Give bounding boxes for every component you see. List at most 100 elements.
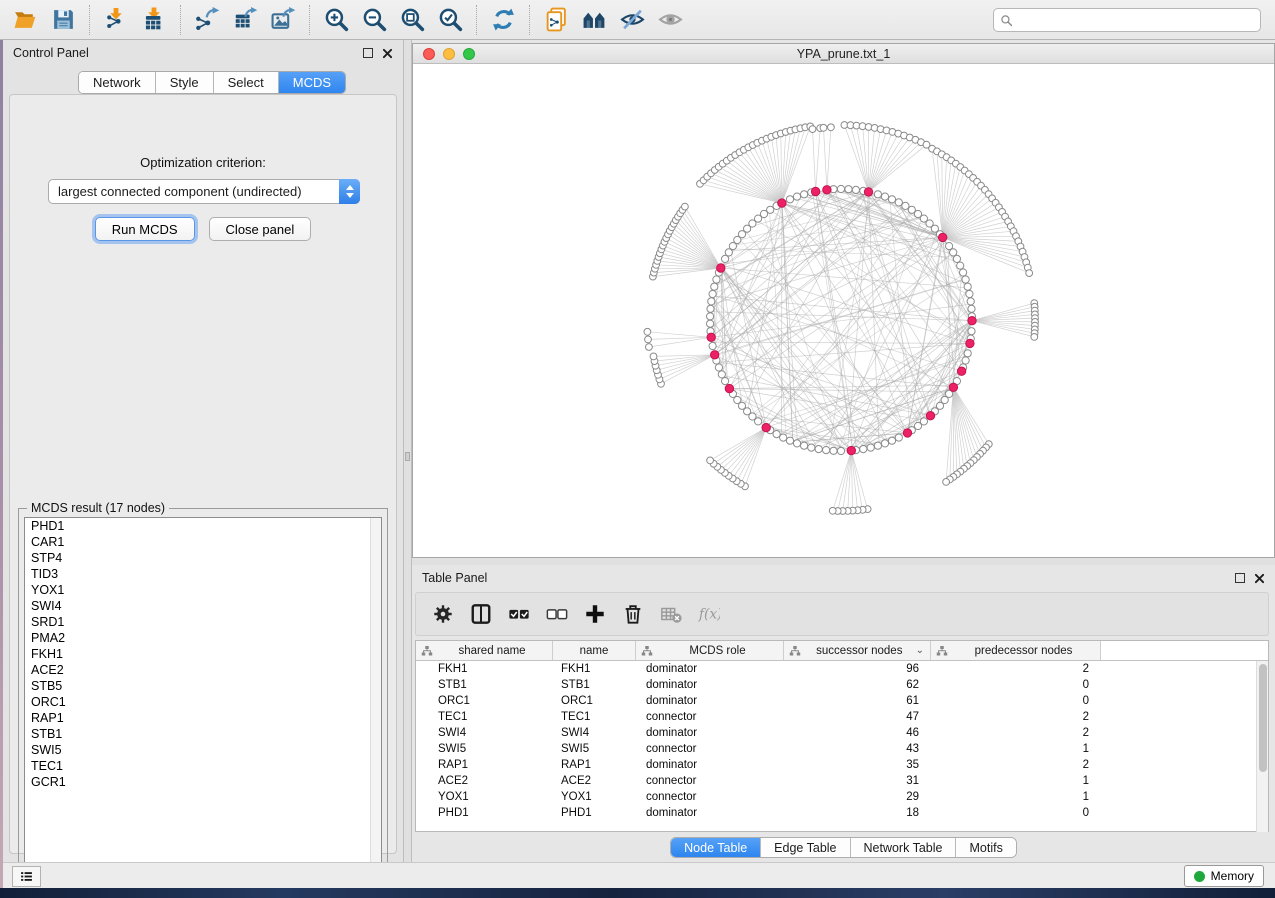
mcds-result-item[interactable]: ORC1 [25,694,381,710]
run-mcds-button[interactable]: Run MCDS [95,217,195,241]
float-table-panel-icon[interactable] [1235,573,1245,583]
tab-select[interactable]: Select [214,72,279,93]
mcds-result-item[interactable]: CAR1 [25,534,381,550]
zoom-out-button[interactable] [355,3,393,37]
column-header-shared-name[interactable]: shared name [416,641,553,660]
mcds-result-item[interactable]: PHD1 [25,518,381,534]
table-row[interactable]: SWI5SWI5connector431 [416,741,1268,757]
task-history-button[interactable] [12,866,41,887]
export-network-button[interactable] [188,3,226,37]
table-scrollbar-thumb[interactable] [1259,664,1267,772]
table-tabs-group: Node TableEdge TableNetwork TableMotifs [670,837,1017,858]
column-header-successor-nodes[interactable]: successor nodes⌄ [784,641,931,660]
network-window-titlebar[interactable]: YPA_prune.txt_1 [413,44,1274,64]
search-input[interactable] [1013,10,1254,30]
export-table-button[interactable] [226,3,264,37]
add-column-button[interactable] [578,598,612,630]
mcds-result-list[interactable]: PHD1CAR1STP4TID3YOX1SWI4SRD1PMA2FKH1ACE2… [24,517,382,870]
tab-edge-table[interactable]: Edge Table [761,838,850,857]
mcds-result-item[interactable]: GCR1 [25,774,381,790]
memory-button[interactable]: Memory [1184,865,1264,887]
table-row[interactable]: ACE2ACE2connector311 [416,773,1268,789]
table-row[interactable]: SWI4SWI4dominator462 [416,725,1268,741]
tab-node-table[interactable]: Node Table [671,838,761,857]
mcds-result-item[interactable]: TID3 [25,566,381,582]
table-row[interactable]: FKH1FKH1dominator962 [416,661,1268,677]
mcds-result-item[interactable]: SWI5 [25,742,381,758]
table-panel: Table Panel shared namenameMCDS rolesucc… [412,565,1275,862]
mcds-result-item[interactable]: PMA2 [25,630,381,646]
criterion-select[interactable]: largest connected component (undirected) [48,179,360,204]
tab-network[interactable]: Network [79,72,156,93]
mcds-result-fieldset: MCDS result (17 nodes) PHD1CAR1STP4TID3Y… [18,508,388,876]
network-canvas[interactable] [413,64,1274,557]
main-area: Control Panel NetworkStyleSelectMCDS Opt… [3,40,1275,862]
column-layout-button[interactable] [464,598,498,630]
network-graph[interactable] [413,64,1274,557]
zoom-selected-button[interactable] [431,3,469,37]
export-image-button[interactable] [264,3,302,37]
export-table-icon [233,7,258,32]
network-window: YPA_prune.txt_1 [412,43,1275,558]
show-hidden-button[interactable] [651,3,689,37]
table-row[interactable]: RAP1RAP1dominator352 [416,757,1268,773]
search-field[interactable] [993,8,1261,32]
tab-motifs[interactable]: Motifs [956,838,1015,857]
column-header-name[interactable]: name [553,641,636,660]
import-table-button[interactable] [135,3,173,37]
horizontal-splitter[interactable] [412,558,1275,565]
import-network-icon [104,7,129,32]
mcds-result-item[interactable]: YOX1 [25,582,381,598]
control-panel-titlebar: Control Panel [3,40,403,66]
column-header-predecessor-nodes[interactable]: predecessor nodes [931,641,1101,660]
mcds-result-item[interactable]: STB5 [25,678,381,694]
mcds-result-item[interactable]: SWI4 [25,598,381,614]
hide-selected-button[interactable] [613,3,651,37]
select-all-columns-button[interactable] [502,598,536,630]
tab-network-table[interactable]: Network Table [851,838,957,857]
cell-MCDS-role: dominator [636,679,784,691]
mcds-result-item[interactable]: STP4 [25,550,381,566]
close-panel-button[interactable]: Close panel [209,217,312,241]
tab-style[interactable]: Style [156,72,214,93]
toolbar-separator [180,5,181,35]
cell-name: TEC1 [553,711,636,723]
open-session-button[interactable] [6,3,44,37]
table-settings-button[interactable] [426,598,460,630]
table-row[interactable]: PHD1PHD1dominator180 [416,805,1268,821]
table-row[interactable]: STB1STB1dominator620 [416,677,1268,693]
tab-mcds[interactable]: MCDS [279,72,345,93]
import-network-button[interactable] [97,3,135,37]
cell-shared-name: ORC1 [416,695,553,707]
mcds-result-item[interactable]: RAP1 [25,710,381,726]
table-row[interactable]: TEC1TEC1connector472 [416,709,1268,725]
close-table-panel-icon[interactable] [1254,573,1265,584]
delete-column-button[interactable] [616,598,650,630]
search-icon [1000,14,1013,27]
eye-slash-icon [620,7,645,32]
mcds-result-item[interactable]: ACE2 [25,662,381,678]
new-network-from-selection-button[interactable] [537,3,575,37]
deselect-all-columns-button[interactable] [540,598,574,630]
cell-shared-name: YOX1 [416,791,553,803]
mcds-result-item[interactable]: FKH1 [25,646,381,662]
zoom-in-button[interactable] [317,3,355,37]
cell-predecessor-nodes: 0 [931,679,1101,691]
column-header-MCDS-role[interactable]: MCDS role [636,641,784,660]
hierarchy-icon [936,645,948,657]
table-row[interactable]: ORC1ORC1dominator610 [416,693,1268,709]
float-panel-icon[interactable] [363,48,373,58]
mcds-result-item[interactable]: TEC1 [25,758,381,774]
cell-predecessor-nodes: 2 [931,727,1101,739]
mcds-list-scrollbar[interactable] [370,518,381,869]
mcds-result-item[interactable]: SRD1 [25,614,381,630]
vertical-splitter[interactable] [403,40,412,862]
mcds-result-item[interactable]: STB1 [25,726,381,742]
apply-layout-button[interactable] [484,3,522,37]
close-panel-icon[interactable] [382,48,393,59]
table-scrollbar[interactable] [1256,661,1268,832]
zoom-fit-button[interactable] [393,3,431,37]
save-session-button[interactable] [44,3,82,37]
table-row[interactable]: YOX1YOX1connector291 [416,789,1268,805]
first-neighbors-button[interactable] [575,3,613,37]
